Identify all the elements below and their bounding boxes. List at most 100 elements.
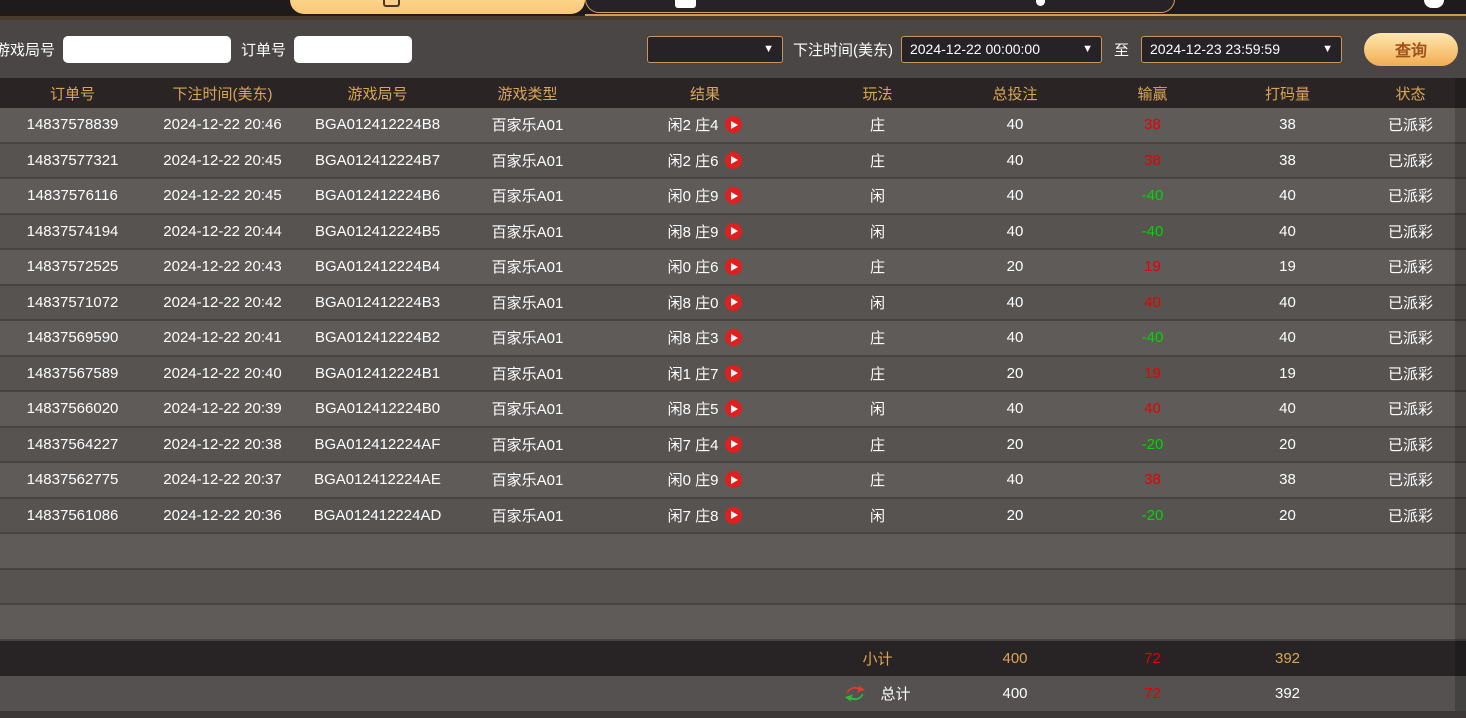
play-icon[interactable]	[725, 471, 742, 488]
cell-play: 庄	[810, 327, 945, 348]
col-game-type: 游戏类型	[455, 83, 600, 104]
cell-order-no: 14837578839	[0, 116, 145, 133]
cell-order-no: 14837562775	[0, 471, 145, 488]
cell-status: 已派彩	[1355, 505, 1466, 526]
play-icon[interactable]	[725, 258, 742, 275]
cell-bet-time: 2024-12-22 20:40	[145, 365, 300, 382]
table-row: 14837564227 2024-12-22 20:38 BGA01241222…	[0, 428, 1466, 464]
cell-turnover: 38	[1220, 152, 1355, 169]
cell-status: 已派彩	[1355, 327, 1466, 348]
subtotal-label: 小计	[810, 648, 945, 669]
cell-order-no: 14837567589	[0, 365, 145, 382]
cell-bet-time: 2024-12-22 20:45	[145, 152, 300, 169]
white-icon	[675, 0, 696, 8]
table-row: 14837577321 2024-12-22 20:45 BGA01241222…	[0, 144, 1466, 180]
result-text: 闲1 庄7	[668, 363, 719, 384]
result-text: 闲8 庄0	[668, 292, 719, 313]
query-button[interactable]: 查询	[1364, 33, 1458, 66]
play-icon[interactable]	[725, 365, 742, 382]
play-icon[interactable]	[725, 152, 742, 169]
game-round-input[interactable]	[63, 36, 231, 63]
cell-win-loss: -40	[1085, 223, 1220, 240]
play-icon[interactable]	[725, 436, 742, 453]
top-right-icon[interactable]	[1424, 0, 1444, 8]
cell-turnover: 38	[1220, 471, 1355, 488]
play-icon[interactable]	[725, 116, 742, 133]
cell-order-no: 14837561086	[0, 507, 145, 524]
table-body: 14837578839 2024-12-22 20:46 BGA01241222…	[0, 108, 1466, 534]
tab-underline	[0, 14, 1466, 20]
cell-game-type: 百家乐A01	[455, 469, 600, 490]
cell-turnover: 20	[1220, 507, 1355, 524]
cell-round-no: BGA012412224B5	[300, 223, 455, 240]
cell-play: 庄	[810, 256, 945, 277]
cell-game-type: 百家乐A01	[455, 256, 600, 277]
table-row: 14837576116 2024-12-22 20:45 BGA01241222…	[0, 179, 1466, 215]
cell-game-type: 百家乐A01	[455, 150, 600, 171]
cell-total-bet: 20	[945, 436, 1085, 453]
tab-gold-line	[585, 14, 1466, 16]
play-icon[interactable]	[725, 400, 742, 417]
cell-game-type: 百家乐A01	[455, 363, 600, 384]
play-icon[interactable]	[725, 294, 742, 311]
cell-order-no: 14837569590	[0, 329, 145, 346]
total-win-loss: 72	[1085, 685, 1220, 702]
cell-game-type: 百家乐A01	[455, 185, 600, 206]
col-bet-time: 下注时间(美东)	[145, 83, 300, 104]
cell-turnover: 40	[1220, 294, 1355, 311]
cell-round-no: BGA012412224B7	[300, 152, 455, 169]
cell-turnover: 40	[1220, 187, 1355, 204]
game-round-label: 游戏局号	[0, 39, 55, 60]
col-order-no: 订单号	[0, 83, 145, 104]
date-to-select[interactable]: 2024-12-23 23:59:59 ▼	[1141, 36, 1342, 63]
tab-active[interactable]	[290, 0, 585, 14]
cell-bet-time: 2024-12-22 20:38	[145, 436, 300, 453]
cell-turnover: 20	[1220, 436, 1355, 453]
chevron-down-icon: ▼	[1072, 43, 1093, 55]
order-no-input[interactable]	[294, 36, 412, 63]
tab-bar	[0, 0, 1466, 14]
cell-win-loss: -40	[1085, 187, 1220, 204]
type-select[interactable]: ▼	[647, 36, 783, 63]
cell-bet-time: 2024-12-22 20:39	[145, 400, 300, 417]
table-header: 订单号 下注时间(美东) 游戏局号 游戏类型 结果 玩法 总投注 输赢 打码量 …	[0, 78, 1466, 108]
cell-win-loss: 38	[1085, 116, 1220, 133]
cell-game-type: 百家乐A01	[455, 505, 600, 526]
result-text: 闲2 庄4	[668, 114, 719, 135]
cell-round-no: BGA012412224B1	[300, 365, 455, 382]
cell-order-no: 14837574194	[0, 223, 145, 240]
cell-status: 已派彩	[1355, 434, 1466, 455]
cell-game-type: 百家乐A01	[455, 292, 600, 313]
cell-play: 闲	[810, 185, 945, 206]
cell-play: 庄	[810, 150, 945, 171]
play-icon[interactable]	[725, 507, 742, 524]
cell-result: 闲0 庄9	[600, 469, 810, 490]
cell-result: 闲7 庄8	[600, 505, 810, 526]
play-icon[interactable]	[725, 187, 742, 204]
cell-win-loss: 38	[1085, 152, 1220, 169]
tab-inactive[interactable]	[585, 0, 1175, 13]
cell-bet-time: 2024-12-22 20:42	[145, 294, 300, 311]
cell-play: 庄	[810, 363, 945, 384]
cell-result: 闲8 庄3	[600, 327, 810, 348]
date-from-select[interactable]: 2024-12-22 00:00:00 ▼	[901, 36, 1102, 63]
cell-status: 已派彩	[1355, 363, 1466, 384]
total-total-bet: 400	[945, 685, 1085, 702]
col-turnover: 打码量	[1220, 83, 1355, 104]
col-result: 结果	[600, 83, 810, 104]
col-total-bet: 总投注	[945, 83, 1085, 104]
filter-bar: 游戏局号 订单号 ▼ 下注时间(美东) 2024-12-22 00:00:00 …	[0, 20, 1466, 78]
scrollbar-track[interactable]	[1455, 78, 1466, 711]
play-icon[interactable]	[725, 223, 742, 240]
refresh-swap-icon[interactable]	[844, 684, 866, 703]
cell-status: 已派彩	[1355, 221, 1466, 242]
order-no-label: 订单号	[241, 39, 286, 60]
total-turnover: 392	[1220, 685, 1355, 702]
subtotal-win-loss: 72	[1085, 650, 1220, 667]
play-icon[interactable]	[725, 329, 742, 346]
table-row: 14837569590 2024-12-22 20:41 BGA01241222…	[0, 321, 1466, 357]
col-win-loss: 输赢	[1085, 83, 1220, 104]
cell-total-bet: 40	[945, 116, 1085, 133]
cell-play: 庄	[810, 434, 945, 455]
result-text: 闲8 庄5	[668, 398, 719, 419]
